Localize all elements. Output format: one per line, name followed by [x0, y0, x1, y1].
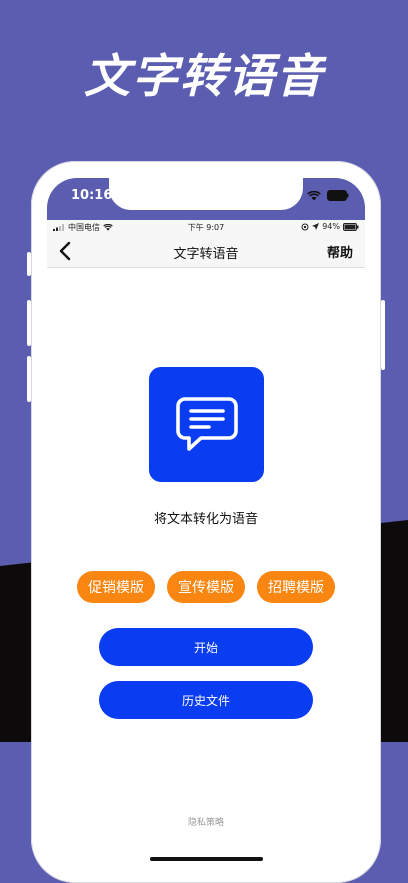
- start-button[interactable]: 开始: [99, 628, 313, 666]
- history-button[interactable]: 历史文件: [99, 681, 313, 719]
- battery-icon: [327, 190, 349, 201]
- wifi-icon: [307, 190, 321, 200]
- phone-screen: 10:16 中国电信 下午 9:07 94% 文字转语音 帮助 将文本转化为语音…: [47, 178, 365, 866]
- app-feature-icon: [149, 367, 264, 482]
- device-time: 10:16: [71, 188, 113, 203]
- nav-title: 文字转语音: [173, 247, 239, 262]
- recruit-template-button[interactable]: 招聘模版: [257, 571, 335, 603]
- app-status-right: 94%: [301, 222, 359, 231]
- phone-side-button: [381, 300, 385, 370]
- help-button[interactable]: 帮助: [327, 242, 353, 261]
- navigation-bar: 文字转语音 帮助: [47, 234, 365, 268]
- publicity-template-button[interactable]: 宣传模版: [167, 571, 245, 603]
- phone-notch: [109, 178, 303, 210]
- battery-percent: 94%: [322, 222, 340, 231]
- phone-side-button: [27, 300, 31, 346]
- feature-description: 将文本转化为语音: [153, 512, 258, 527]
- phone-side-button: [27, 252, 31, 276]
- page-headline: 文字转语音: [84, 49, 324, 103]
- location-arrow-icon: [312, 223, 320, 230]
- privacy-link[interactable]: 隐私策略: [47, 815, 365, 828]
- phone-side-button: [27, 356, 31, 402]
- battery-icon: [343, 222, 359, 231]
- app-status-bar: 中国电信 下午 9:07 94%: [47, 220, 365, 234]
- message-bubble-icon: [175, 396, 238, 451]
- device-status-icons: [307, 190, 349, 201]
- promo-template-button[interactable]: 促销模版: [77, 571, 155, 603]
- template-button-row: 促销模版 宣传模版 招聘模版: [47, 571, 365, 603]
- device-status-bar: 10:16: [47, 178, 365, 220]
- home-indicator: [150, 857, 263, 861]
- orientation-lock-icon: [301, 223, 309, 230]
